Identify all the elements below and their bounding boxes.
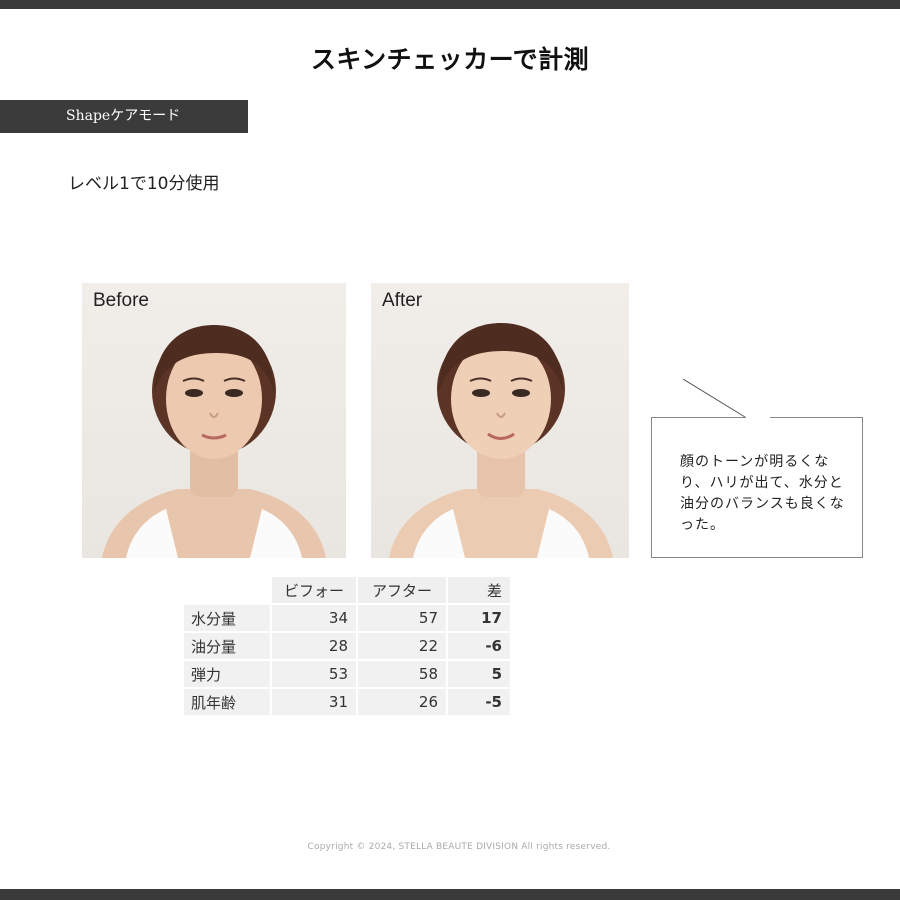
table-header-before: ビフォー (272, 577, 356, 603)
after-value: 22 (358, 633, 446, 659)
bottom-bar (0, 889, 900, 900)
copyright-text: Copyright © 2024, STELLA BEAUTE DIVISION… (307, 842, 611, 852)
table-row: 弾力 53 58 5 (184, 661, 510, 687)
before-value: 31 (272, 689, 356, 715)
bubble-gap (746, 415, 770, 419)
row-label: 弾力 (184, 661, 270, 687)
row-label: 油分量 (184, 633, 270, 659)
table-header-row: ビフォー アフター 差 (184, 577, 510, 603)
after-value: 58 (358, 661, 446, 687)
table-row: 水分量 34 57 17 (184, 605, 510, 631)
row-label: 肌年齢 (184, 689, 270, 715)
before-value: 28 (272, 633, 356, 659)
after-value: 57 (358, 605, 446, 631)
table-row: 油分量 28 22 -6 (184, 633, 510, 659)
after-value: 26 (358, 689, 446, 715)
diff-value: 5 (448, 661, 510, 687)
diff-value: -5 (448, 689, 510, 715)
results-table: ビフォー アフター 差 水分量 34 57 17 油分量 28 22 -6 弾力… (182, 575, 512, 717)
before-value: 53 (272, 661, 356, 687)
table-header-blank (184, 577, 270, 603)
table-row: 肌年齢 31 26 -5 (184, 689, 510, 715)
diff-value: -6 (448, 633, 510, 659)
row-label: 水分量 (184, 605, 270, 631)
before-value: 34 (272, 605, 356, 631)
table-header-diff: 差 (448, 577, 510, 603)
diff-value: 17 (448, 605, 510, 631)
table-header-after: アフター (358, 577, 446, 603)
